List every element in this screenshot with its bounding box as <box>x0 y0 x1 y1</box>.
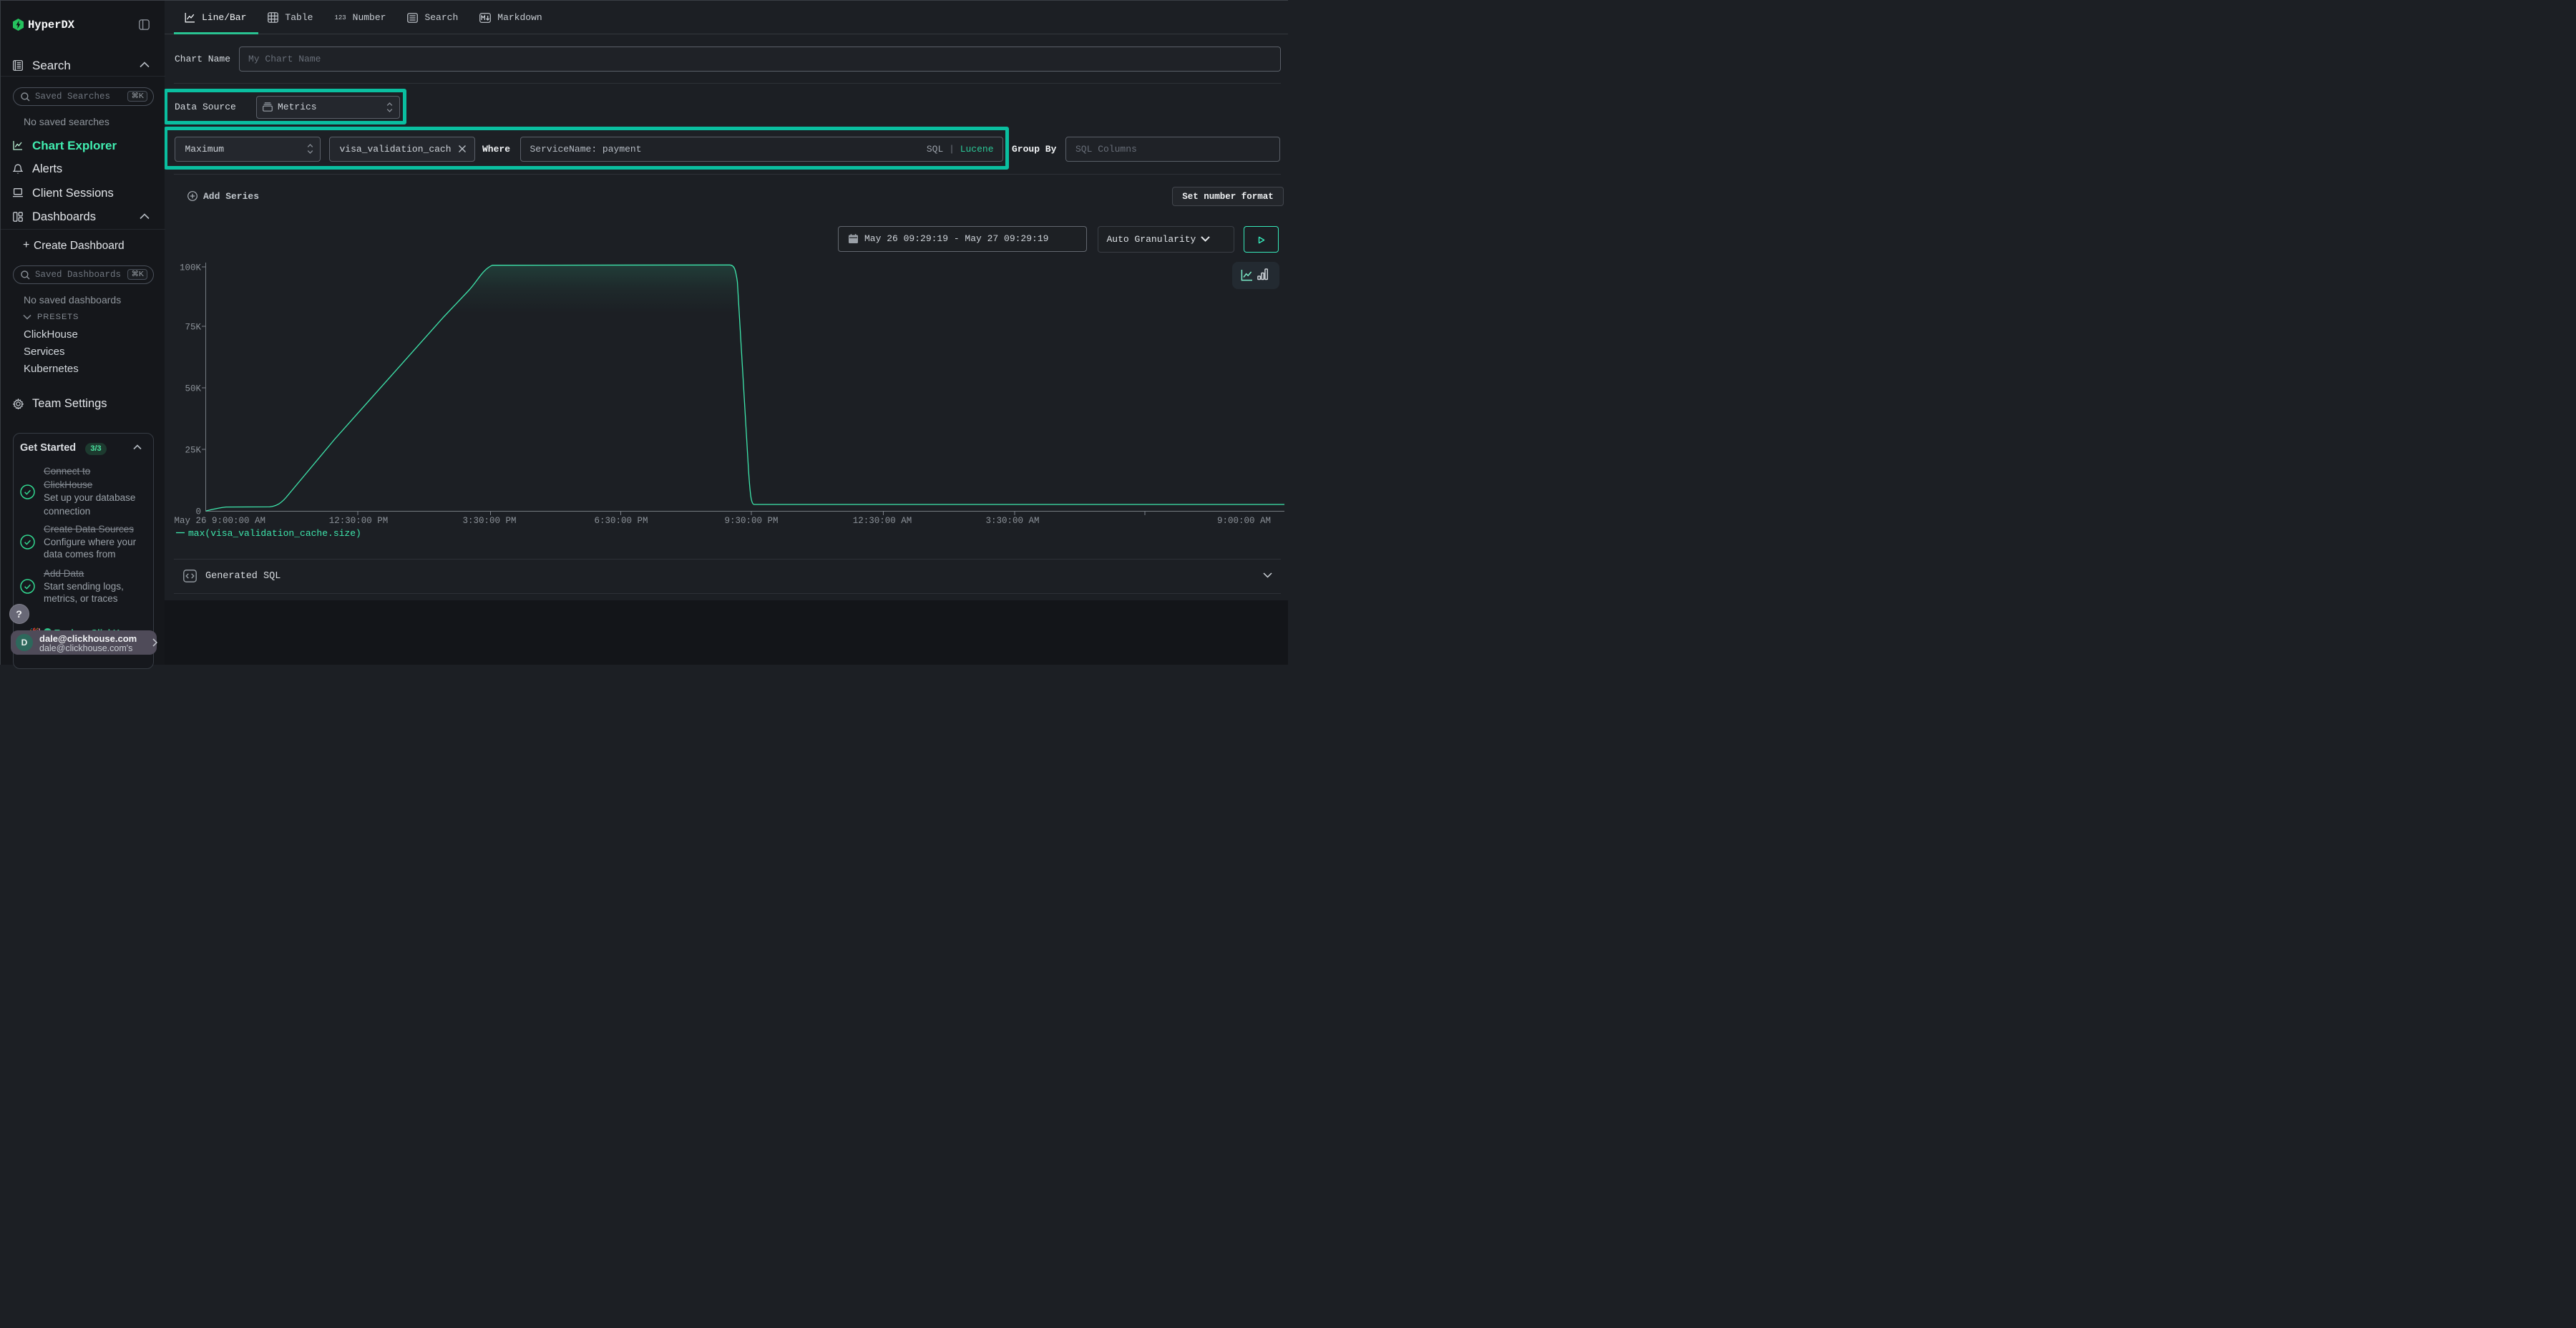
svg-text:25K: 25K <box>185 446 201 456</box>
svg-text:12:30:00 AM: 12:30:00 AM <box>853 516 912 526</box>
svg-text:9:30:00 PM: 9:30:00 PM <box>724 516 778 526</box>
svg-text:3:30:00 AM: 3:30:00 AM <box>985 516 1039 526</box>
svg-text:3:30:00 PM: 3:30:00 PM <box>462 516 516 526</box>
svg-text:May 26 9:00:00 AM: May 26 9:00:00 AM <box>175 516 266 526</box>
svg-text:75K: 75K <box>185 323 201 333</box>
svg-text:100K: 100K <box>180 263 202 273</box>
svg-text:6:30:00 PM: 6:30:00 PM <box>594 516 648 526</box>
svg-text:max(visa_validation_cache.size: max(visa_validation_cache.size) <box>188 528 361 539</box>
svg-text:12:30:00 PM: 12:30:00 PM <box>329 516 389 526</box>
svg-text:9:00:00 AM: 9:00:00 AM <box>1217 516 1271 526</box>
svg-text:50K: 50K <box>185 384 201 394</box>
